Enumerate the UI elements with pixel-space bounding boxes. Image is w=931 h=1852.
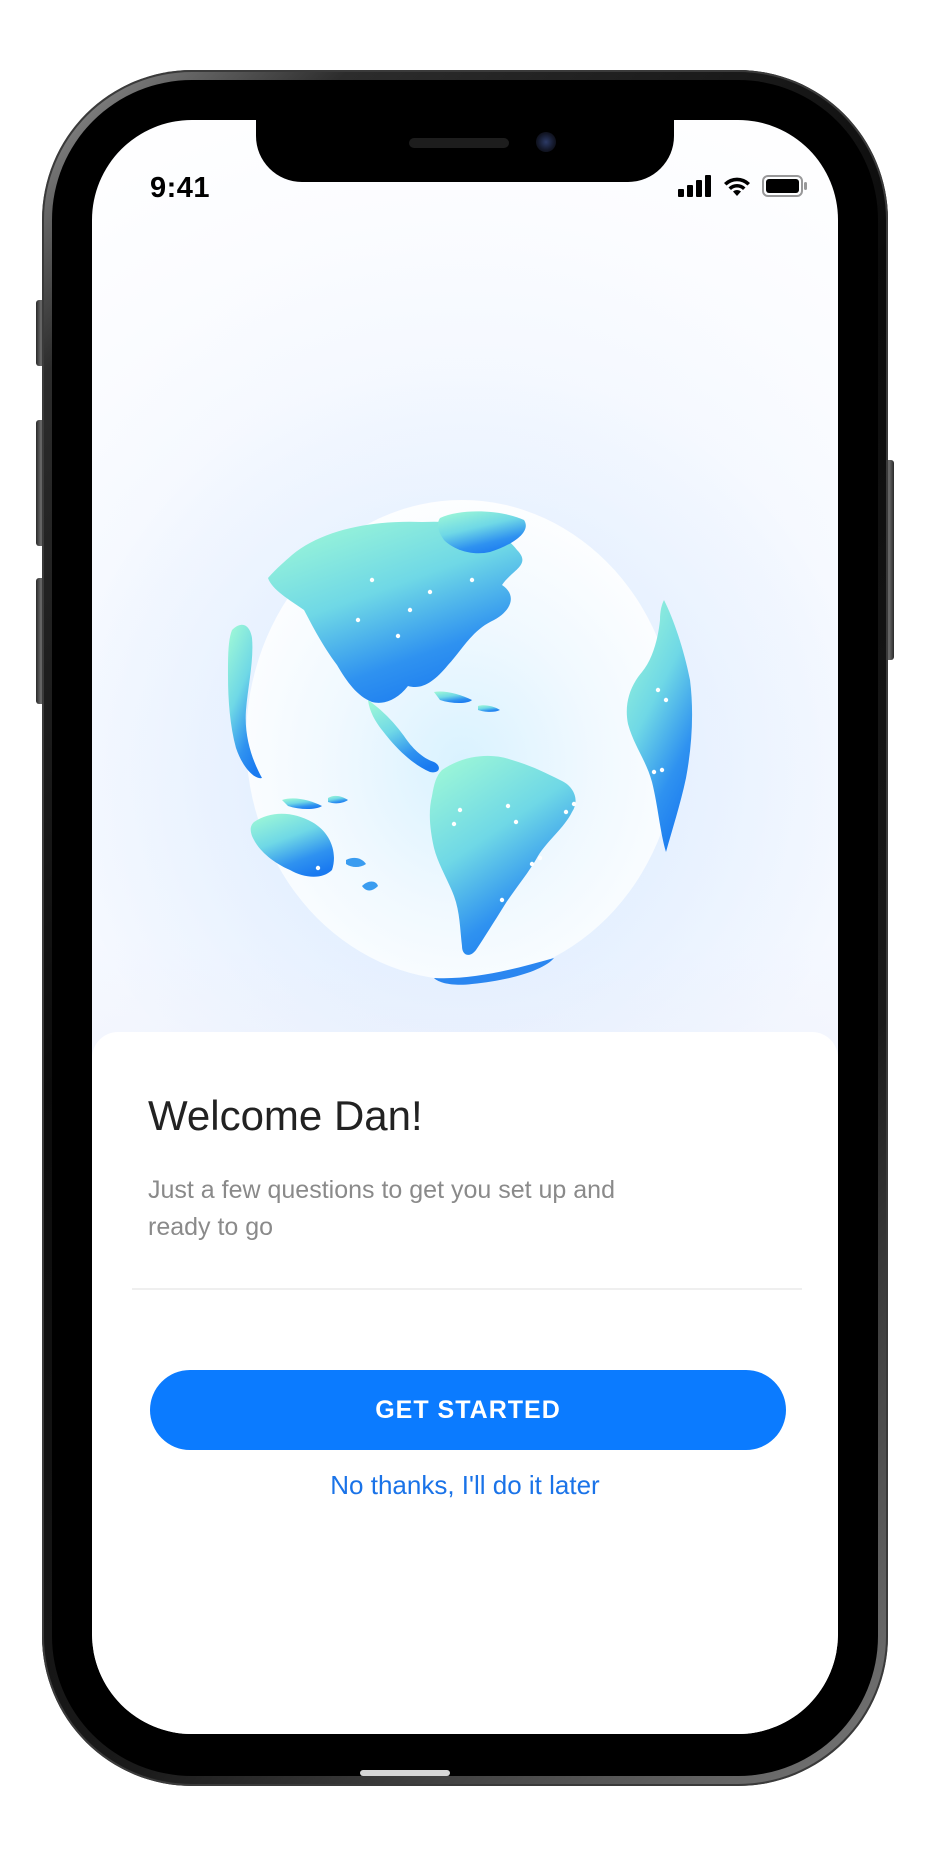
globe-icon [228,500,693,985]
device-mockup: 9:41 Welcome Dan! Just a few questions t… [0,0,931,1852]
status-time: 9:41 [150,172,211,204]
divider [132,1288,802,1290]
front-camera [536,132,556,152]
battery-icon [762,175,807,197]
skip-link[interactable]: No thanks, I'll do it later [92,1470,838,1501]
device-notch [256,120,674,182]
status-icons [678,175,808,197]
globe-illustration [172,460,752,1020]
cellular-signal-icon [678,175,711,197]
speaker-grille [409,138,509,148]
get-started-button[interactable]: GET STARTED [150,1370,786,1450]
bottom-frame-highlight [360,1770,450,1776]
phone-frame: 9:41 Welcome Dan! Just a few questions t… [42,70,888,1786]
welcome-card: Welcome Dan! Just a few questions to get… [92,1032,838,1734]
welcome-title: Welcome Dan! [148,1092,423,1139]
welcome-subtitle: Just a few questions to get you set up a… [148,1176,615,1241]
wifi-icon [724,177,750,196]
app-screen: 9:41 Welcome Dan! Just a few questions t… [92,120,838,1734]
